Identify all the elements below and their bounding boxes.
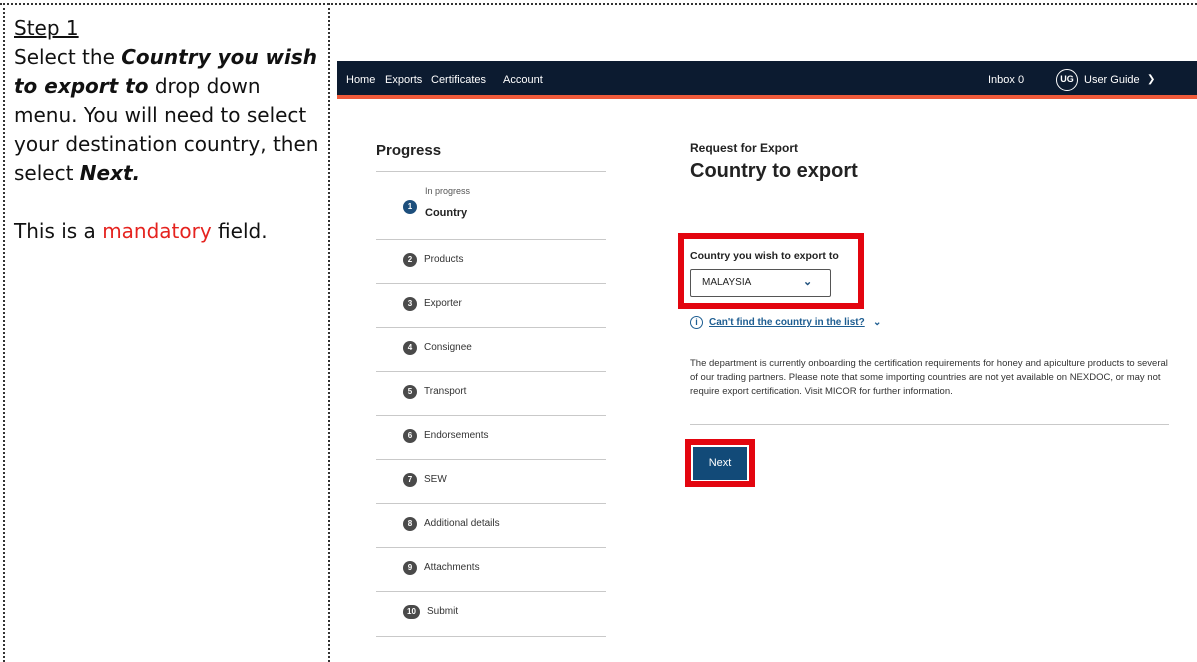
document-column-divider: [328, 3, 330, 662]
onboarding-notice: The department is currently onboarding t…: [690, 358, 1168, 397]
info-icon: i: [690, 316, 703, 329]
step-heading: Step 1: [14, 16, 79, 40]
instruction-text: Select the Country you wish to export to…: [14, 43, 320, 188]
top-navigation-bar: Home Exports Certificates Account Inbox …: [337, 61, 1197, 99]
progress-divider: [376, 591, 606, 592]
step-number-8: 8: [403, 517, 417, 531]
step-number-4: 4: [403, 341, 417, 355]
country-select[interactable]: MALAYSIA ⌄: [690, 269, 831, 297]
nav-home[interactable]: Home: [346, 61, 375, 99]
nav-exports[interactable]: Exports: [385, 61, 422, 99]
chevron-down-icon: ⌄: [873, 317, 882, 328]
mandatory-note: This is a mandatory field.: [14, 217, 320, 246]
progress-divider: [376, 171, 606, 172]
instructions-panel: Step 1 Select the Country you wish to ex…: [14, 14, 320, 246]
progress-divider: [376, 327, 606, 328]
mandatory-word: mandatory: [102, 219, 212, 243]
step-number-10: 10: [403, 605, 420, 619]
step-label-sew: SEW: [424, 474, 447, 485]
mandatory-note-part: field.: [211, 219, 268, 243]
step-label-additional-details: Additional details: [424, 518, 500, 529]
nav-certificates[interactable]: Certificates: [431, 61, 486, 99]
progress-divider: [376, 636, 606, 637]
step-number-3: 3: [403, 297, 417, 311]
step-number-1: 1: [403, 200, 417, 214]
nav-account[interactable]: Account: [503, 61, 543, 99]
progress-divider: [376, 459, 606, 460]
country-field-label: Country you wish to export to: [690, 250, 839, 262]
mandatory-note-part: This is a: [14, 219, 103, 243]
document-frame-top: [0, 3, 1197, 5]
country-select-value: MALAYSIA: [702, 277, 752, 288]
progress-divider: [376, 283, 606, 284]
page-kicker: Request for Export: [690, 141, 799, 155]
instruction-text-part: Select the: [14, 45, 122, 69]
step-status-text: In progress: [425, 186, 471, 196]
step-current-label: Country: [425, 207, 468, 219]
step-label-attachments: Attachments: [424, 562, 480, 573]
page-title: Country to export: [690, 160, 858, 182]
app-screenshot: Home Exports Certificates Account Inbox …: [337, 61, 1197, 662]
progress-title: Progress: [376, 142, 442, 159]
progress-divider: [376, 547, 606, 548]
step-label-consignee: Consignee: [424, 342, 472, 353]
step-label-endorsements: Endorsements: [424, 430, 489, 441]
chevron-down-icon: ⌄: [803, 276, 813, 288]
step-number-5: 5: [403, 385, 417, 399]
step-number-7: 7: [403, 473, 417, 487]
instruction-next-name: Next.: [79, 161, 141, 185]
inbox-label: Inbox: [988, 74, 1015, 86]
step-label-products: Products: [424, 254, 464, 265]
avatar[interactable]: UG: [1056, 69, 1078, 91]
step-number-9: 9: [403, 561, 417, 575]
progress-divider: [376, 371, 606, 372]
step-label-transport: Transport: [424, 386, 467, 397]
progress-divider: [376, 503, 606, 504]
form-divider: [690, 424, 1169, 425]
step-number-2: 2: [403, 253, 417, 267]
inbox-count: 0: [1017, 74, 1025, 86]
country-help-link[interactable]: Can't find the country in the list?: [709, 316, 865, 329]
progress-divider: [376, 415, 606, 416]
nav-inbox[interactable]: Inbox 0: [988, 61, 1024, 99]
document-frame-left: [3, 3, 5, 662]
step-number-6: 6: [403, 429, 417, 443]
step-label-exporter: Exporter: [424, 298, 462, 309]
user-menu-name[interactable]: User Guide: [1084, 61, 1140, 99]
step-label-submit: Submit: [427, 606, 459, 617]
progress-divider: [376, 239, 606, 240]
chevron-down-icon[interactable]: ❯: [1147, 61, 1155, 99]
next-button[interactable]: Next: [693, 447, 747, 480]
